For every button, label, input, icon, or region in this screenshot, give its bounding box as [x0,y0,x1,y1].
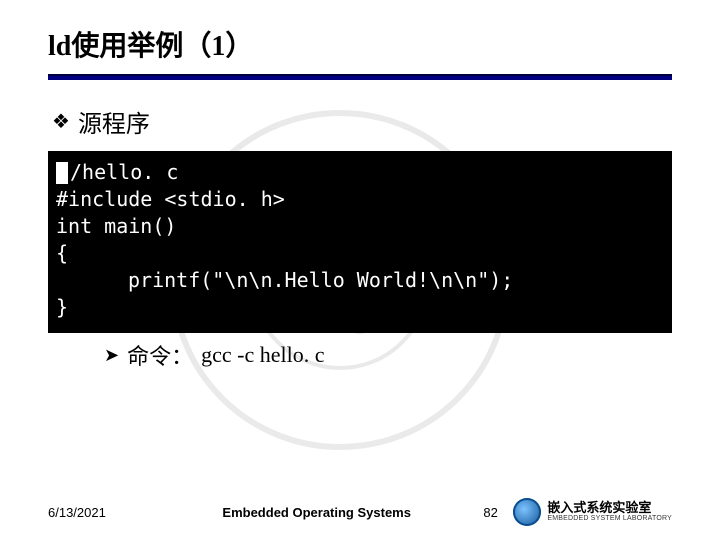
sub-bullet-label: 命令： [127,339,193,371]
slide: ld使用举例（1） ❖ 源程序 /hello. c #include <stdi… [0,0,720,540]
footer-date: 6/13/2021 [48,505,158,520]
sub-bullet: ➤ 命令： gcc -c hello. c [104,339,672,371]
arrow-bullet-icon: ➤ [104,345,119,366]
slide-title: ld使用举例（1） [48,24,672,64]
code-line-5: { [56,240,664,267]
sub-bullet-command: gcc -c hello. c [201,342,324,368]
bullet-main-text: 源程序 [78,104,150,139]
lab-logo-icon [513,498,541,526]
diamond-bullet-icon: ❖ [52,112,70,132]
footer-lab-badge: 嵌入式系统实验室 EMBEDDED SYSTEM LABORATORY [513,498,672,526]
code-block: /hello. c #include <stdio. h> int main()… [48,151,672,333]
code-line-7: } [56,294,664,321]
lab-name-cn: 嵌入式系统实验室 [547,501,672,515]
text-cursor [56,162,68,184]
lab-name-en: EMBEDDED SYSTEM LABORATORY [547,515,672,523]
footer: 6/13/2021 Embedded Operating Systems 82 … [0,498,720,526]
title-underline [48,74,672,80]
footer-title: Embedded Operating Systems [158,505,475,520]
code-line-1: /hello. c [70,160,178,184]
code-line-6: printf("\n\n.Hello World!\n\n"); [128,268,513,292]
lab-text: 嵌入式系统实验室 EMBEDDED SYSTEM LABORATORY [547,501,672,523]
bullet-main: ❖ 源程序 [52,104,672,139]
footer-page-number: 82 [483,505,513,520]
code-line-3: #include <stdio. h> [56,186,664,213]
code-line-4: int main() [56,213,664,240]
